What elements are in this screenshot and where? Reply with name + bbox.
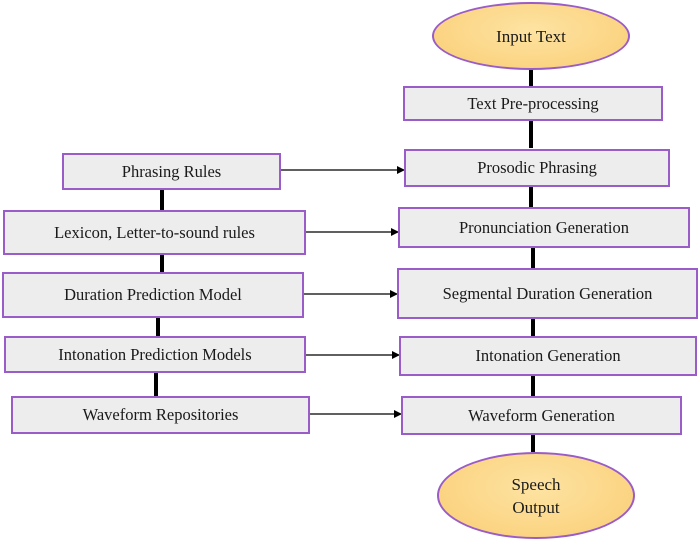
resource-intonation-prediction-models: Intonation Prediction Models xyxy=(4,336,306,373)
resource-label: Phrasing Rules xyxy=(121,161,222,181)
step-prosodic-phrasing: Prosodic Phrasing xyxy=(404,149,670,187)
end-label-line1: Speech xyxy=(511,474,561,494)
resource-label: Intonation Prediction Models xyxy=(58,344,252,364)
resource-waveform-repositories: Waveform Repositories xyxy=(11,396,310,434)
resource-label: Lexicon, Letter-to-sound rules xyxy=(54,222,255,242)
step-label: Pronunciation Generation xyxy=(459,217,629,237)
step-label: Intonation Generation xyxy=(475,346,621,365)
end-node-speech-output: Speech Output xyxy=(437,452,635,539)
start-label: Input Text xyxy=(496,26,566,46)
step-text-preprocessing: Text Pre-processing xyxy=(403,86,663,121)
step-label: Waveform Generation xyxy=(468,405,615,425)
step-segmental-duration-generation: Segmental Duration Generation xyxy=(397,268,698,319)
resource-lexicon-letter-to-sound: Lexicon, Letter-to-sound rules xyxy=(3,210,306,255)
step-intonation-generation: Intonation Generation xyxy=(399,336,697,376)
tts-flowchart: Input Text Text Pre-processing Prosodic … xyxy=(0,0,700,541)
step-label: Text Pre-processing xyxy=(467,93,599,113)
end-label-line2: Output xyxy=(512,497,560,517)
start-node-input-text: Input Text xyxy=(432,2,630,70)
resource-phrasing-rules: Phrasing Rules xyxy=(62,153,281,190)
resource-label: Duration Prediction Model xyxy=(64,285,242,304)
step-waveform-generation: Waveform Generation xyxy=(401,396,682,435)
step-label: Prosodic Phrasing xyxy=(477,158,597,177)
step-label: Segmental Duration Generation xyxy=(442,283,653,303)
resource-duration-prediction-model: Duration Prediction Model xyxy=(2,272,304,318)
resource-label: Waveform Repositories xyxy=(82,405,239,424)
step-pronunciation-generation: Pronunciation Generation xyxy=(398,207,690,248)
